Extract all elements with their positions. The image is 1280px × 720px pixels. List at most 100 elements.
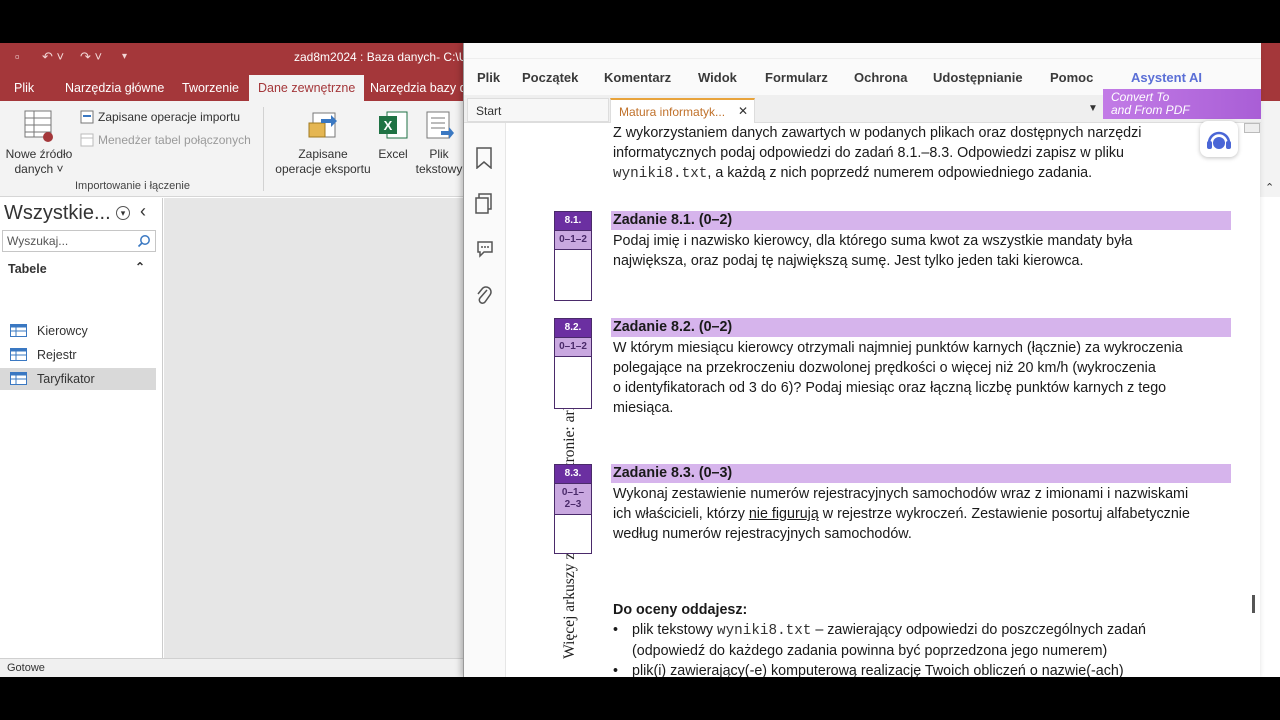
linked-table-manager-button[interactable]: Menedżer tabel połączonych	[80, 133, 251, 147]
task-line-underlined: nie figurują	[748, 506, 819, 522]
ribbon-right-edge: ⌃	[1260, 101, 1280, 197]
close-icon[interactable]: ✕	[738, 104, 748, 118]
pdf-left-sidebar	[464, 123, 506, 677]
tab-start[interactable]: Start	[467, 98, 609, 122]
submit-heading: Do oceny oddajesz:	[613, 602, 748, 618]
task-line: W którym miesiącu kierowcy otrzymali naj…	[613, 340, 1183, 356]
tab-start-label: Start	[476, 104, 502, 118]
nav-search-input[interactable]: Wyszukaj...	[2, 230, 156, 252]
nav-item-rejestr[interactable]: Rejestr	[0, 344, 156, 366]
linked-table-manager-label: Menedżer tabel połączonych	[98, 133, 251, 147]
convert-line-1: Convert To	[1111, 90, 1170, 104]
attachment-icon[interactable]	[475, 285, 493, 307]
menu-pomoc[interactable]: Pomoc	[1050, 70, 1093, 85]
new-data-source-button[interactable]: Nowe źródło danych ˅	[4, 109, 74, 177]
scrollbar-thumb[interactable]	[1252, 595, 1255, 613]
new-data-source-label-2: danych ˅	[14, 162, 64, 176]
submit-list: • plik tekstowy wyniki8.txt – zawierając…	[613, 620, 1213, 677]
intro-line-3: wyniki8.txt, a każdą z nich poprzedź num…	[613, 163, 1193, 184]
chevron-down-icon[interactable]: ▾	[116, 206, 130, 220]
pages-icon[interactable]	[475, 193, 493, 215]
convert-pdf-banner[interactable]: Convert To and From PDF	[1103, 89, 1261, 119]
menu-formularz[interactable]: Formularz	[765, 70, 828, 85]
nav-item-label: Rejestr	[37, 348, 77, 362]
nav-section-title: Tabele	[8, 262, 47, 276]
ribbon-separator	[263, 107, 264, 191]
nav-item-kierowcy[interactable]: Kierowcy	[0, 320, 156, 342]
excel-label: Excel	[378, 147, 408, 161]
submit-file-name: wyniki8.txt	[717, 623, 812, 639]
saved-imports-button[interactable]: Zapisane operacje importu	[80, 110, 240, 124]
tab-narzedzia-bazy-danych[interactable]: Narzędzia bazy d	[370, 81, 467, 95]
nav-section-tables[interactable]: Tabele ⌃	[0, 258, 163, 280]
tabs-dropdown-icon[interactable]: ▼	[1088, 103, 1098, 114]
tab-tworzenie[interactable]: Tworzenie	[182, 81, 239, 95]
tab-dane-zewnetrzne[interactable]: Dane zewnętrzne	[249, 75, 365, 101]
svg-text:X: X	[384, 118, 393, 133]
tab-narzedzia-glowne[interactable]: Narzędzia główne	[65, 81, 164, 95]
saved-exports-button[interactable]: Zapisane operacje eksportu	[272, 109, 374, 177]
excel-export-button[interactable]: X Excel	[374, 109, 412, 162]
headset-icon	[1207, 131, 1231, 149]
submit-item-2: • plik(i) zawierający(-e) komputerową re…	[613, 661, 1213, 677]
pdf-title-bar	[464, 43, 1261, 59]
scrollbar-up-button[interactable]	[1244, 123, 1260, 133]
menu-komentarz[interactable]: Komentarz	[604, 70, 671, 85]
task-line: Podaj imię i nazwisko kierowcy, dla któr…	[613, 233, 1133, 249]
nav-search-placeholder: Wyszukaj...	[7, 234, 69, 248]
score-task-number: 8.3.	[555, 465, 591, 483]
search-icon[interactable]	[137, 234, 151, 248]
screen: ▫ ↶ ˅ ↷ ˅ ▾ zad8m2024 : Baza danych- C:\…	[0, 0, 1280, 720]
undo-icon[interactable]: ↶ ˅	[42, 49, 64, 65]
status-bar: Gotowe	[0, 658, 463, 677]
nav-item-taryfikator[interactable]: Taryfikator	[0, 368, 156, 390]
bookmark-icon[interactable]	[475, 147, 493, 169]
menu-widok[interactable]: Widok	[698, 70, 737, 85]
task-line: Wykonaj zestawienie numerów rejestracyjn…	[613, 486, 1189, 502]
intro-paragraph: Z wykorzystaniem danych zawartych w poda…	[613, 123, 1193, 184]
task-text-8-2: W którym miesiącu kierowcy otrzymali naj…	[613, 338, 1223, 418]
save-icon[interactable]: ▫	[15, 49, 20, 64]
task-text-8-3: Wykonaj zestawienie numerów rejestracyjn…	[613, 484, 1223, 544]
customize-quick-access-icon[interactable]: ▾	[122, 51, 127, 62]
menu-plik[interactable]: Plik	[477, 70, 500, 85]
collapse-ribbon-icon[interactable]: ⌃	[1265, 181, 1274, 194]
score-box-8-2: 8.2. 0–1–2	[554, 318, 592, 409]
redo-icon[interactable]: ↷ ˅	[80, 49, 102, 65]
submit-item-rest: – zawierający odpowiedzi do poszczególny…	[811, 622, 1146, 638]
table-icon	[10, 348, 27, 361]
task-line: polegające na przekroczeniu dozwolonej p…	[613, 360, 1156, 376]
menu-poczatek[interactable]: Początek	[522, 70, 578, 85]
saved-imports-label: Zapisane operacje importu	[98, 110, 241, 124]
submit-item-prefix: plik tekstowy	[632, 622, 718, 638]
task-line-part: ich właścicieli, którzy	[613, 506, 749, 522]
new-data-source-label: Nowe źródło	[5, 147, 73, 161]
ai-assistant-button[interactable]	[1200, 121, 1238, 157]
nav-item-label: Taryfikator	[37, 372, 95, 386]
pdf-reader-window: Plik Początek Komentarz Widok Formularz …	[463, 43, 1261, 677]
text-file-export-button[interactable]: Plik tekstowy	[414, 109, 464, 177]
collapse-pane-icon[interactable]: ‹	[140, 201, 146, 222]
comments-icon[interactable]	[475, 239, 495, 259]
menu-asystent-ai[interactable]: Asystent AI	[1131, 70, 1202, 85]
intro-line-1: Z wykorzystaniem danych zawartych w poda…	[613, 125, 1142, 141]
task-line: miesiąca.	[613, 400, 674, 416]
task-line: według numerów rejestracyjnych samochodó…	[613, 526, 912, 542]
score-box-8-1: 8.1. 0–1–2	[554, 211, 592, 301]
status-text: Gotowe	[7, 662, 45, 674]
access-window-title: zad8m2024 : Baza danych- C:\Us	[294, 50, 474, 64]
score-points: 0–1–2	[555, 230, 591, 250]
score-points: 0–1– 2–3	[555, 483, 591, 515]
menu-udostepnianie[interactable]: Udostępnianie	[933, 70, 1023, 85]
tab-document[interactable]: Matura informatyk... ✕	[610, 98, 755, 124]
score-points-1: 0–1–	[561, 487, 585, 498]
menu-ochrona[interactable]: Ochrona	[854, 70, 907, 85]
submit-item-1: • plik tekstowy wyniki8.txt – zawierając…	[613, 620, 1213, 661]
saved-exports-icon	[308, 112, 337, 138]
task-heading-8-1: Zadanie 8.1. (0–2)	[611, 211, 1231, 230]
nav-pane-header[interactable]: Wszystkie... ▾ ‹	[4, 198, 159, 226]
tab-plik[interactable]: Plik	[14, 81, 34, 95]
saved-exports-label: Zapisane	[298, 147, 348, 161]
chevron-up-icon[interactable]: ⌃	[135, 260, 145, 274]
score-task-number: 8.1.	[555, 212, 591, 230]
